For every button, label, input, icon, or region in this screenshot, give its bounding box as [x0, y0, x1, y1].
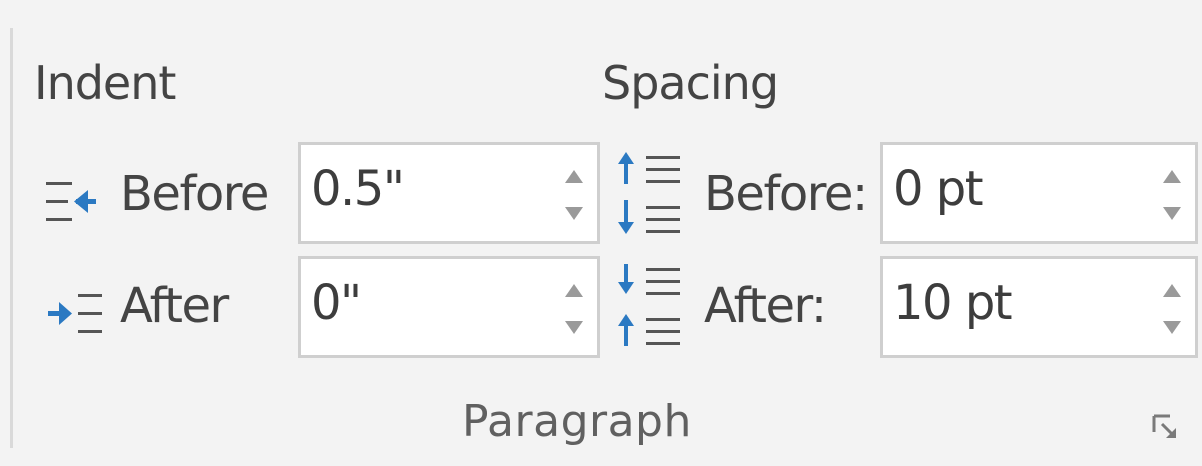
spin-down-icon[interactable]: [1159, 203, 1185, 223]
spacing-title: Spacing: [602, 56, 779, 110]
spacing-after-value[interactable]: 10 pt: [893, 275, 1013, 331]
dialog-launcher-icon[interactable]: [1150, 412, 1180, 442]
indent-after-value[interactable]: 0": [311, 275, 362, 331]
indent-after-field[interactable]: 0": [298, 256, 600, 358]
spin-down-icon[interactable]: [561, 203, 587, 223]
spin-down-icon[interactable]: [1159, 317, 1185, 337]
spin-up-icon[interactable]: [1159, 167, 1185, 187]
spacing-before-value[interactable]: 0 pt: [893, 161, 984, 217]
spin-up-icon[interactable]: [561, 281, 587, 301]
group-label: Paragraph: [462, 396, 692, 447]
indent-before-value[interactable]: 0.5": [311, 161, 405, 217]
group-divider: [10, 28, 13, 448]
spin-up-icon[interactable]: [561, 167, 587, 187]
indent-before-label: Before: [120, 166, 269, 222]
spacing-after-field[interactable]: 10 pt: [880, 256, 1198, 358]
spacing-after-icon: [618, 264, 680, 346]
spacing-before-label: Before:: [704, 166, 868, 222]
spacing-before-field[interactable]: 0 pt: [880, 142, 1198, 244]
indent-before-field[interactable]: 0.5": [298, 142, 600, 244]
spin-down-icon[interactable]: [561, 317, 587, 337]
indent-left-icon: [46, 182, 96, 221]
spin-up-icon[interactable]: [1159, 281, 1185, 301]
indent-right-icon: [48, 294, 102, 333]
spacing-after-label: After:: [704, 278, 827, 334]
indent-after-label: After: [120, 278, 229, 334]
indent-title: Indent: [34, 56, 176, 110]
spacing-before-icon: [618, 152, 680, 234]
